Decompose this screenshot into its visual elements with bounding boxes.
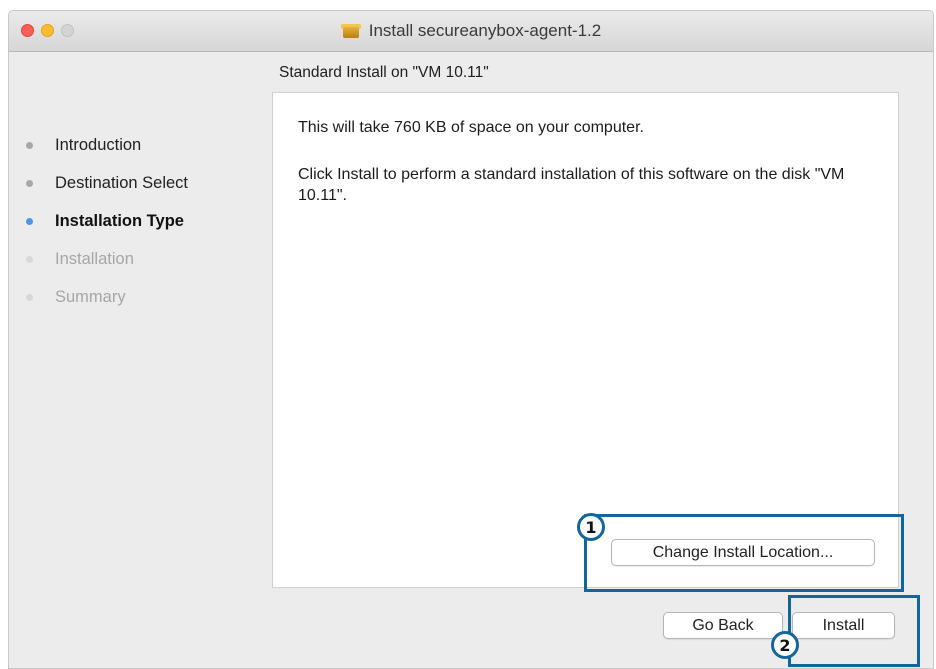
step-dot-icon xyxy=(26,179,33,187)
step-dot-icon xyxy=(26,217,33,225)
window-title: Install secureanybox-agent-1.2 xyxy=(368,21,602,40)
go-back-button[interactable]: Go Back xyxy=(663,612,783,639)
callout-number-1: 1 xyxy=(577,513,605,541)
step-label: Installation Type xyxy=(55,211,184,230)
package-icon xyxy=(340,24,361,38)
step-dot-icon xyxy=(26,255,33,263)
step-introduction: Introduction xyxy=(26,126,188,164)
callout-box-install xyxy=(788,595,920,667)
step-label: Destination Select xyxy=(55,173,188,192)
step-installation: Installation xyxy=(26,240,188,278)
window-title-group: Install secureanybox-agent-1.2 xyxy=(9,11,933,51)
callout-number-2: 2 xyxy=(771,631,799,659)
step-summary: Summary xyxy=(26,278,188,316)
title-bar: Install secureanybox-agent-1.2 xyxy=(9,11,933,52)
install-description-text: Click Install to perform a standard inst… xyxy=(298,166,845,204)
step-dot-icon xyxy=(26,141,33,149)
step-label: Summary xyxy=(55,287,126,306)
callout-box-change-location xyxy=(584,514,904,592)
step-label: Installation xyxy=(55,249,134,268)
step-destination-select: Destination Select xyxy=(26,164,188,202)
step-dot-icon xyxy=(26,293,33,301)
step-installation-type: Installation Type xyxy=(26,202,188,240)
installer-steps-sidebar: Introduction Destination Select Installa… xyxy=(26,126,188,316)
step-label: Introduction xyxy=(55,135,142,154)
space-required-text: This will take 760 KB of space on your c… xyxy=(298,119,644,136)
install-subtitle: Standard Install on "VM 10.11" xyxy=(279,64,489,81)
